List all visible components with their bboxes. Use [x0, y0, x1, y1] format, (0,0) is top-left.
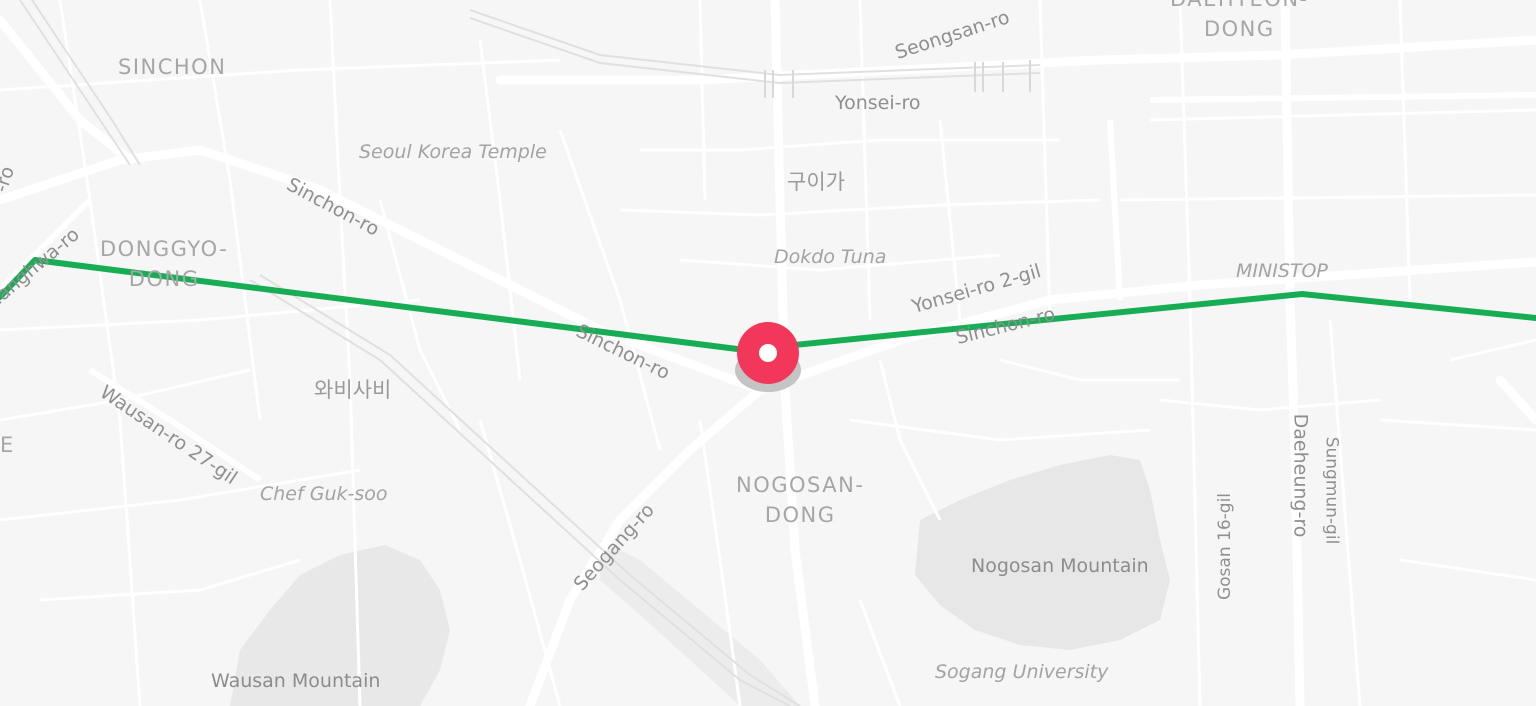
poi-label-wabisabi: 와비사비 — [314, 378, 392, 402]
location-pin-icon[interactable] — [730, 320, 810, 400]
road-label-yonsei-ro: Yonsei-ro — [835, 92, 921, 114]
poi-label-sogang-university: Sogang University — [935, 661, 1109, 683]
road-label-sungmun-gil: Sungmun-gil — [1321, 436, 1342, 545]
poi-label-dokdo-tuna: Dokdo Tuna — [774, 246, 887, 268]
rail-yard-area — [600, 540, 800, 706]
nogosan-park-area — [915, 455, 1170, 650]
poi-label-ministop: MINISTOP — [1236, 260, 1328, 282]
area-label-nogosan-dong: NOGOSAN- DONG — [736, 473, 865, 527]
mountain-label-wausan: Wausan Mountain — [211, 670, 381, 692]
poi-label-seoul-korea-temple: Seoul Korea Temple — [359, 141, 547, 163]
road-label-gosan-16-gil: Gosan 16-gil — [1215, 492, 1236, 601]
area-label-edge-fragment: E — [0, 433, 15, 457]
road-label-daeheung-ro: Daeheung-ro — [1289, 413, 1312, 538]
area-label-donggyo-dong: DONGGYO- DONG — [100, 237, 229, 291]
poi-label-chef-guk-soo: Chef Guk-soo — [260, 483, 388, 505]
poi-label-guiga: 구이가 — [787, 170, 845, 194]
area-label-daehyeon-dong: DAEHYEON- DONG — [1170, 0, 1307, 41]
map-canvas[interactable]: SINCHON DONGGYO- DONG NOGOSAN- DONG DAEH… — [0, 0, 1536, 706]
area-label-sinchon: SINCHON — [118, 55, 227, 79]
mountain-label-nogosan: Nogosan Mountain — [971, 555, 1149, 577]
